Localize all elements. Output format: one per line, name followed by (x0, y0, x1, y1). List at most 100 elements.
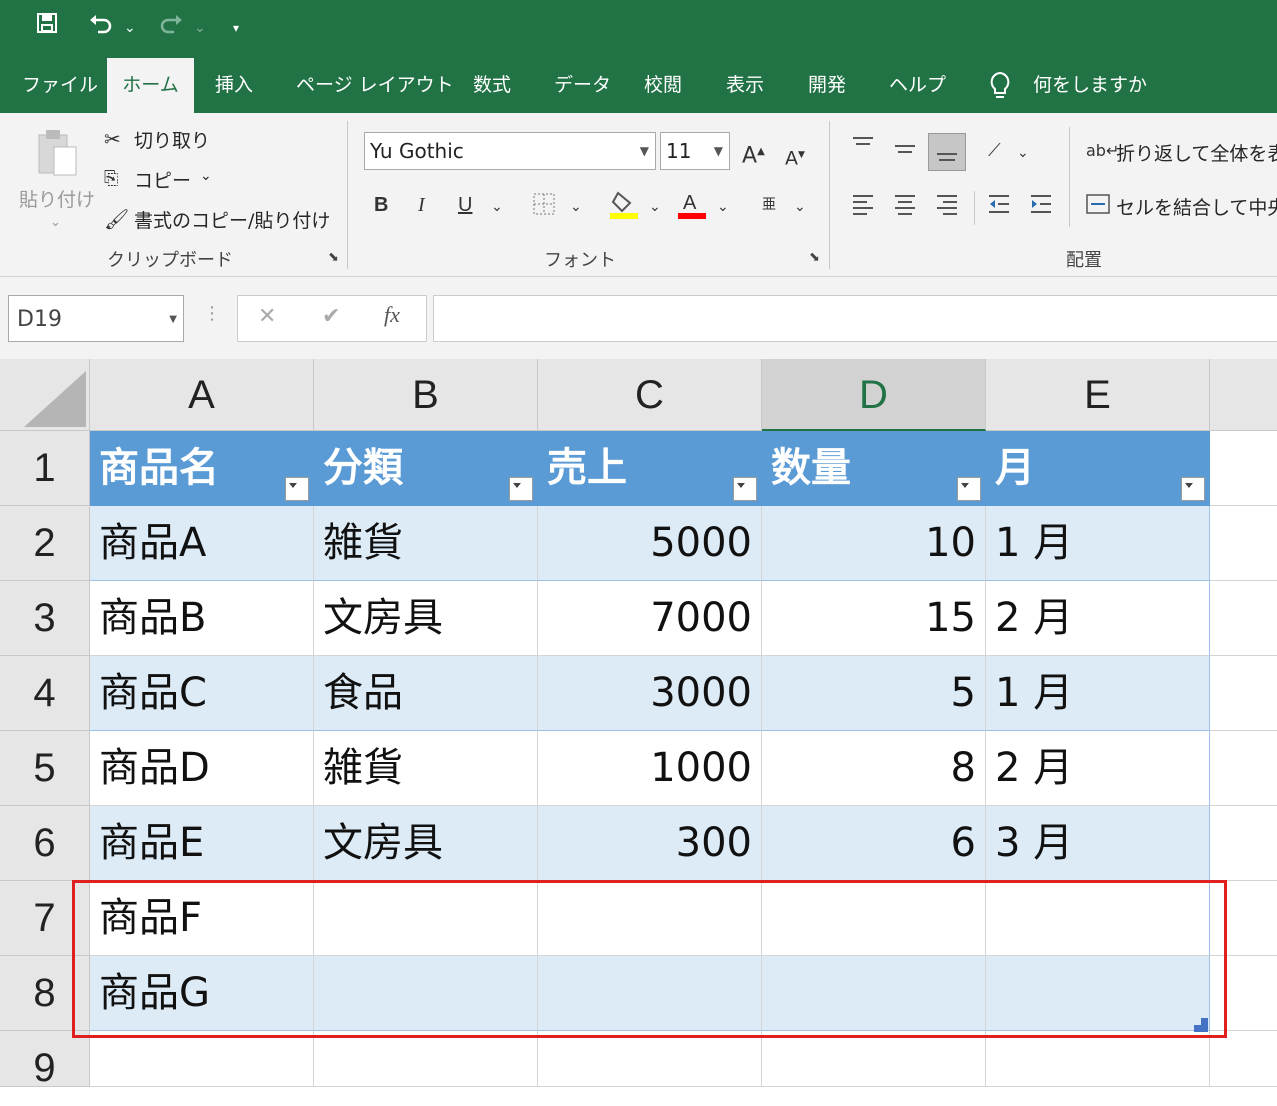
formula-input[interactable] (433, 295, 1277, 342)
row-header-3[interactable]: 3 (0, 581, 90, 656)
copy-dropdown-icon[interactable]: ⌄ (200, 168, 212, 184)
table-cell[interactable]: 7000 (538, 581, 762, 656)
align-top-icon[interactable] (852, 135, 874, 160)
tab-file[interactable]: ファイル (22, 58, 98, 113)
empty-cell[interactable] (1210, 581, 1277, 656)
tab-view[interactable]: 表示 (726, 58, 764, 113)
undo-dropdown-icon[interactable]: ⌄ (124, 12, 136, 44)
row-header-4[interactable]: 4 (0, 656, 90, 731)
empty-cell[interactable] (1210, 881, 1277, 956)
tab-help[interactable]: ヘルプ (889, 58, 946, 113)
align-center-icon[interactable] (894, 193, 916, 220)
filter-dropdown-button[interactable] (509, 477, 533, 501)
tab-formulas[interactable]: 数式 (473, 58, 511, 113)
row-header-6[interactable]: 6 (0, 806, 90, 881)
filter-dropdown-button[interactable] (1181, 477, 1205, 501)
column-header-e[interactable]: E (986, 359, 1210, 431)
table-header-cell[interactable]: 数量 (762, 431, 986, 506)
table-cell[interactable]: 10 (762, 506, 986, 581)
clipboard-launcher-icon[interactable]: ⬊ (328, 250, 339, 265)
decrease-font-size-icon[interactable]: A▼ (785, 143, 805, 170)
table-cell[interactable]: 文房具 (314, 806, 538, 881)
font-color-icon[interactable]: A (678, 189, 706, 224)
table-header-cell[interactable]: 分類 (314, 431, 538, 506)
filter-dropdown-button[interactable] (733, 477, 757, 501)
tab-developer[interactable]: 開発 (808, 58, 846, 113)
decrease-indent-icon[interactable] (988, 193, 1010, 220)
phonetic-dropdown-icon[interactable]: ⌄ (794, 195, 806, 219)
table-cell[interactable]: 商品C (90, 656, 314, 731)
insert-function-icon[interactable]: fx (384, 302, 400, 328)
table-cell[interactable]: 3 月 (986, 806, 1210, 881)
drag-handle-icon[interactable]: ⋮ (203, 303, 221, 324)
table-cell[interactable]: 食品 (314, 656, 538, 731)
cancel-icon[interactable]: ✕ (258, 304, 276, 329)
table-cell[interactable]: 雑貨 (314, 506, 538, 581)
column-header-f[interactable] (1210, 359, 1277, 431)
table-cell[interactable] (986, 956, 1210, 1031)
borders-icon[interactable] (533, 193, 555, 220)
table-resize-handle-icon[interactable] (1194, 1017, 1208, 1032)
table-cell[interactable] (314, 881, 538, 956)
table-cell[interactable]: 2 月 (986, 731, 1210, 806)
save-icon[interactable] (36, 12, 58, 44)
orientation-icon[interactable]: ⟋ (988, 139, 1001, 163)
customize-qat-icon[interactable]: ▾ (233, 12, 239, 44)
column-header-c[interactable]: C (538, 359, 762, 431)
row-header-8[interactable]: 8 (0, 956, 90, 1031)
table-cell[interactable] (986, 881, 1210, 956)
table-cell[interactable]: 3000 (538, 656, 762, 731)
increase-indent-icon[interactable] (1030, 193, 1052, 220)
empty-cell[interactable] (314, 1031, 538, 1087)
empty-cell[interactable] (1210, 431, 1277, 506)
table-cell[interactable]: 1000 (538, 731, 762, 806)
redo-dropdown-icon[interactable]: ⌄ (194, 12, 206, 44)
column-header-b[interactable]: B (314, 359, 538, 431)
empty-cell[interactable] (90, 1031, 314, 1087)
table-cell[interactable]: 1 月 (986, 656, 1210, 731)
empty-cell[interactable] (538, 1031, 762, 1087)
table-cell[interactable]: 6 (762, 806, 986, 881)
table-cell[interactable]: 雑貨 (314, 731, 538, 806)
table-cell[interactable] (762, 881, 986, 956)
row-header-2[interactable]: 2 (0, 506, 90, 581)
row-header-1[interactable]: 1 (0, 431, 90, 506)
table-cell[interactable] (538, 881, 762, 956)
table-cell[interactable]: 商品G (90, 956, 314, 1031)
wrap-text-button[interactable]: 折り返して全体を表 (1116, 139, 1277, 166)
table-cell[interactable]: 8 (762, 731, 986, 806)
table-cell[interactable]: 商品B (90, 581, 314, 656)
italic-button[interactable]: I (418, 193, 425, 217)
table-cell[interactable]: 商品D (90, 731, 314, 806)
orientation-dropdown-icon[interactable]: ⌄ (1017, 141, 1029, 165)
font-color-dropdown-icon[interactable]: ⌄ (717, 195, 729, 219)
align-bottom-button[interactable] (928, 133, 966, 171)
column-header-d[interactable]: D (762, 359, 986, 431)
table-cell[interactable]: 商品A (90, 506, 314, 581)
empty-cell[interactable] (762, 1031, 986, 1087)
table-header-cell[interactable]: 商品名 (90, 431, 314, 506)
paste-button[interactable]: 貼り付け ⌄ (19, 127, 95, 237)
row-header-7[interactable]: 7 (0, 881, 90, 956)
table-cell[interactable]: 15 (762, 581, 986, 656)
empty-cell[interactable] (1210, 806, 1277, 881)
table-cell[interactable]: 300 (538, 806, 762, 881)
font-name-select[interactable]: Yu Gothic ▼ (364, 132, 656, 170)
empty-cell[interactable] (986, 1031, 1210, 1087)
empty-cell[interactable] (1210, 956, 1277, 1031)
table-cell[interactable]: 5 (762, 656, 986, 731)
merge-center-button[interactable]: セルを結合して中央 (1116, 193, 1277, 220)
name-box[interactable]: D19 ▼ (8, 295, 184, 342)
font-size-select[interactable]: 11 ▼ (660, 132, 730, 170)
borders-dropdown-icon[interactable]: ⌄ (570, 195, 582, 219)
table-cell[interactable]: 1 月 (986, 506, 1210, 581)
table-cell[interactable]: 商品E (90, 806, 314, 881)
enter-icon[interactable]: ✔ (322, 304, 340, 329)
format-painter-button[interactable]: 書式のコピー/貼り付け (134, 206, 330, 233)
underline-dropdown-icon[interactable]: ⌄ (491, 195, 503, 219)
tab-data[interactable]: データ (554, 58, 611, 113)
empty-cell[interactable] (1210, 506, 1277, 581)
table-cell[interactable]: 文房具 (314, 581, 538, 656)
table-cell[interactable]: 5000 (538, 506, 762, 581)
align-left-icon[interactable] (852, 193, 874, 220)
